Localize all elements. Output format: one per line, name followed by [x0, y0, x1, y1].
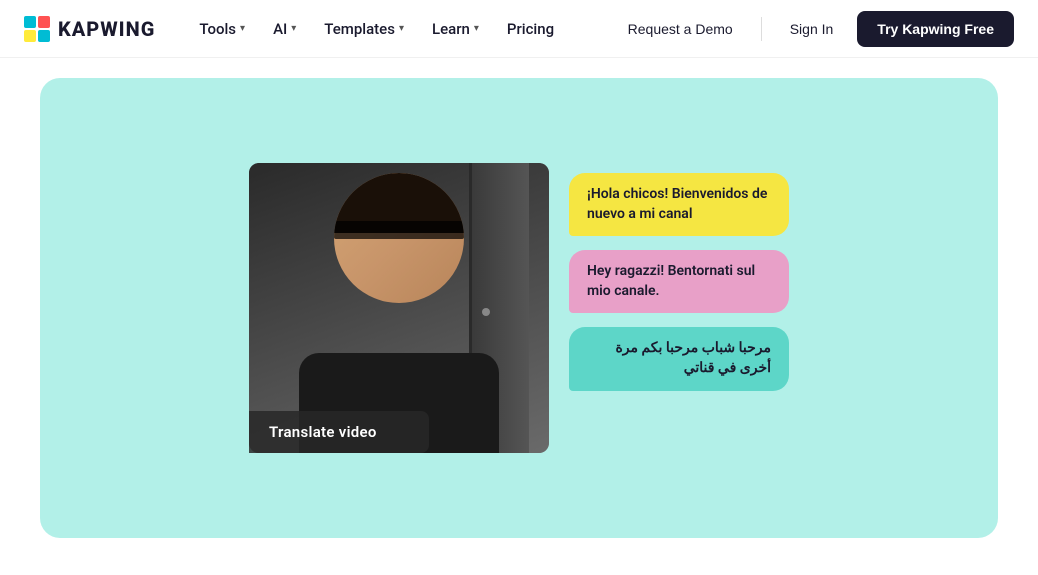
- nav-pricing-label: Pricing: [507, 20, 554, 38]
- nav-templates-label: Templates: [324, 20, 395, 38]
- navbar: KAPWING Tools ▾ AI ▾ Templates ▾ Learn ▾…: [0, 0, 1038, 58]
- nav-item-templates[interactable]: Templates ▾: [312, 12, 416, 46]
- chat-bubble-arabic: مرحبا شباب مرحبا بكم مرة أخرى في قناتي: [569, 327, 789, 390]
- nav-divider: [761, 17, 762, 41]
- person-headband: [334, 221, 464, 239]
- video-chat-wrapper: Translate video ¡Hola chicos! Bienvenido…: [249, 163, 789, 453]
- nav-item-tools[interactable]: Tools ▾: [187, 12, 257, 46]
- chevron-down-icon: ▾: [240, 23, 245, 34]
- video-frame: [249, 163, 549, 453]
- video-background: [249, 163, 549, 453]
- nav-ai-label: AI: [273, 20, 287, 38]
- logo-text: KAPWING: [58, 17, 155, 41]
- nav-links: Tools ▾ AI ▾ Templates ▾ Learn ▾ Pricing: [187, 12, 611, 46]
- nav-item-learn[interactable]: Learn ▾: [420, 12, 491, 46]
- bubble-italian-text: Hey ragazzi! Bentornati sul mio canale.: [587, 263, 755, 299]
- bubble-spanish-text: ¡Hola chicos! Bienvenidos de nuevo a mi …: [587, 186, 767, 222]
- chevron-down-icon: ▾: [399, 23, 404, 34]
- try-free-button[interactable]: Try Kapwing Free: [857, 11, 1014, 47]
- nav-right: Request a Demo Sign In Try Kapwing Free: [612, 11, 1014, 47]
- video-container: Translate video: [249, 163, 549, 453]
- chat-bubble-spanish: ¡Hola chicos! Bienvenidos de nuevo a mi …: [569, 173, 789, 236]
- chevron-down-icon: ▾: [474, 23, 479, 34]
- nav-item-ai[interactable]: AI ▾: [261, 12, 308, 46]
- logo[interactable]: KAPWING: [24, 16, 155, 42]
- main-content: Translate video ¡Hola chicos! Bienvenido…: [0, 58, 1038, 558]
- bubble-arabic-text: مرحبا شباب مرحبا بكم مرة أخرى في قناتي: [615, 340, 771, 376]
- chat-bubble-italian: Hey ragazzi! Bentornati sul mio canale.: [569, 250, 789, 313]
- logo-icon: [24, 16, 50, 42]
- door-knob: [482, 308, 490, 316]
- chevron-down-icon: ▾: [291, 23, 296, 34]
- hero-card: Translate video ¡Hola chicos! Bienvenido…: [40, 78, 998, 538]
- person-face: [334, 173, 464, 303]
- translate-label: Translate video: [249, 411, 429, 453]
- nav-tools-label: Tools: [199, 20, 236, 38]
- nav-learn-label: Learn: [432, 20, 470, 38]
- chat-container: ¡Hola chicos! Bienvenidos de nuevo a mi …: [569, 163, 789, 391]
- nav-item-pricing[interactable]: Pricing: [495, 12, 566, 46]
- sign-in-button[interactable]: Sign In: [774, 13, 850, 45]
- request-demo-button[interactable]: Request a Demo: [612, 13, 749, 45]
